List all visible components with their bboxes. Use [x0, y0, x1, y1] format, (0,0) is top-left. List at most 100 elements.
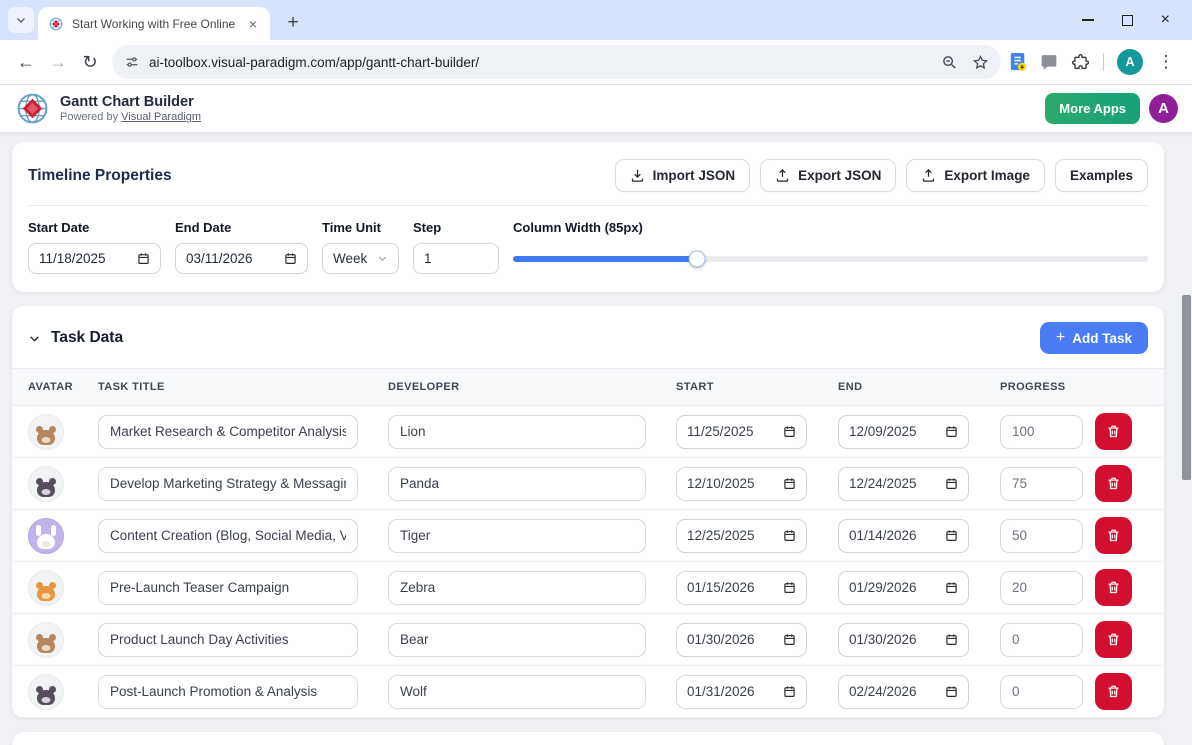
visual-paradigm-logo	[14, 90, 51, 127]
calendar-icon[interactable]	[783, 477, 796, 490]
zoom-icon[interactable]	[941, 54, 958, 71]
back-button[interactable]: ←	[10, 46, 42, 78]
developer-input[interactable]	[388, 571, 646, 605]
calendar-icon[interactable]	[945, 425, 958, 438]
scrollbar-thumb[interactable]	[1182, 295, 1191, 480]
add-task-button[interactable]: + Add Task	[1040, 322, 1148, 354]
developer-input[interactable]	[388, 519, 646, 553]
visual-paradigm-link[interactable]: Visual Paradigm	[121, 111, 201, 123]
site-settings-icon[interactable]	[124, 54, 140, 70]
progress-input[interactable]	[1000, 571, 1083, 605]
start-date-input[interactable]: 12/10/2025	[676, 467, 807, 501]
delete-task-button[interactable]	[1095, 621, 1132, 658]
end-date-input[interactable]: 12/24/2025	[838, 467, 969, 501]
calendar-icon[interactable]	[783, 633, 796, 646]
progress-input[interactable]	[1000, 519, 1083, 553]
user-avatar[interactable]: A	[1149, 94, 1178, 123]
animal-avatar-icon	[37, 586, 55, 601]
import-json-button[interactable]: Import JSON	[615, 159, 751, 192]
end-date-input[interactable]: 03/11/2026	[175, 243, 308, 274]
address-bar[interactable]: ai-toolbox.visual-paradigm.com/app/gantt…	[112, 45, 1001, 79]
browser-profile-avatar[interactable]: A	[1117, 49, 1143, 75]
calendar-icon[interactable]	[783, 425, 796, 438]
new-tab-button[interactable]: +	[280, 10, 306, 36]
progress-input[interactable]	[1000, 623, 1083, 657]
chat-extension-icon[interactable]	[1040, 54, 1058, 71]
url-text[interactable]: ai-toolbox.visual-paradigm.com/app/gantt…	[149, 55, 941, 70]
chevron-down-icon	[15, 14, 27, 26]
developer-input[interactable]	[388, 675, 646, 709]
progress-input[interactable]	[1000, 415, 1083, 449]
developer-input[interactable]	[388, 623, 646, 657]
calendar-icon[interactable]	[284, 252, 297, 265]
upload-icon	[921, 168, 936, 183]
calendar-icon[interactable]	[945, 581, 958, 594]
start-date-field: Start Date 11/18/2025	[28, 220, 161, 274]
tab-search-button[interactable]	[8, 7, 34, 33]
more-apps-button[interactable]: More Apps	[1045, 93, 1140, 124]
time-unit-select[interactable]: Week	[322, 243, 399, 274]
bookmark-star-icon[interactable]	[972, 54, 989, 71]
calendar-icon[interactable]	[783, 685, 796, 698]
calendar-icon[interactable]	[945, 529, 958, 542]
window-maximize-button[interactable]	[1122, 15, 1133, 26]
end-date-input[interactable]: 01/30/2026	[838, 623, 969, 657]
calendar-icon[interactable]	[945, 477, 958, 490]
task-data-toggle[interactable]: Task Data	[28, 329, 123, 347]
delete-task-button[interactable]	[1095, 673, 1132, 710]
chevron-down-icon	[28, 332, 41, 345]
task-data-title: Task Data	[51, 329, 123, 347]
calendar-icon[interactable]	[945, 633, 958, 646]
end-date-input[interactable]: 12/09/2025	[838, 415, 969, 449]
developer-input[interactable]	[388, 415, 646, 449]
docs-offline-extension-icon[interactable]	[1009, 52, 1027, 72]
live-preview-card: Live Preview	[12, 732, 1164, 745]
window-close-button[interactable]: ×	[1161, 12, 1170, 28]
browser-tab[interactable]: Start Working with Free Online ×	[38, 7, 270, 40]
task-title-input[interactable]	[98, 623, 358, 657]
extensions-puzzle-icon[interactable]	[1071, 53, 1090, 72]
end-date-input[interactable]: 01/14/2026	[838, 519, 969, 553]
delete-task-button[interactable]	[1095, 465, 1132, 502]
window-minimize-button[interactable]	[1082, 19, 1094, 21]
export-json-button[interactable]: Export JSON	[760, 159, 896, 192]
delete-task-button[interactable]	[1095, 413, 1132, 450]
task-title-input[interactable]	[98, 519, 358, 553]
task-title-input[interactable]	[98, 415, 358, 449]
column-width-slider[interactable]	[513, 243, 1148, 274]
table-row: 01/15/2026 01/29/2026	[12, 562, 1164, 614]
end-date-input[interactable]: 01/29/2026	[838, 571, 969, 605]
task-title-input[interactable]	[98, 675, 358, 709]
start-date-input[interactable]: 11/18/2025	[28, 243, 161, 274]
task-title-input[interactable]	[98, 571, 358, 605]
start-date-input[interactable]: 01/15/2026	[676, 571, 807, 605]
reload-button[interactable]: ↻	[74, 46, 106, 78]
end-date-field: End Date 03/11/2026	[175, 220, 308, 274]
slider-thumb[interactable]	[689, 250, 706, 267]
end-date-input[interactable]: 02/24/2026	[838, 675, 969, 709]
calendar-icon[interactable]	[783, 529, 796, 542]
start-date-input[interactable]: 01/31/2026	[676, 675, 807, 709]
export-image-button[interactable]: Export Image	[906, 159, 1045, 192]
page-scrollbar[interactable]	[1180, 92, 1192, 745]
start-date-input[interactable]: 01/30/2026	[676, 623, 807, 657]
start-date-input[interactable]: 11/25/2025	[676, 415, 807, 449]
delete-task-button[interactable]	[1095, 569, 1132, 606]
calendar-icon[interactable]	[783, 581, 796, 594]
examples-button[interactable]: Examples	[1055, 159, 1148, 192]
task-title-input[interactable]	[98, 467, 358, 501]
step-field: Step 1	[413, 220, 499, 274]
calendar-icon[interactable]	[137, 252, 150, 265]
start-date-input[interactable]: 12/25/2025	[676, 519, 807, 553]
delete-task-button[interactable]	[1095, 517, 1132, 554]
progress-input[interactable]	[1000, 675, 1083, 709]
browser-menu-icon[interactable]: ⋮	[1156, 46, 1176, 78]
trash-icon	[1106, 632, 1121, 647]
trash-icon	[1106, 684, 1121, 699]
tab-close-icon[interactable]: ×	[244, 15, 262, 33]
step-input[interactable]: 1	[413, 243, 499, 274]
forward-button[interactable]: →	[42, 46, 74, 78]
progress-input[interactable]	[1000, 467, 1083, 501]
developer-input[interactable]	[388, 467, 646, 501]
calendar-icon[interactable]	[945, 685, 958, 698]
